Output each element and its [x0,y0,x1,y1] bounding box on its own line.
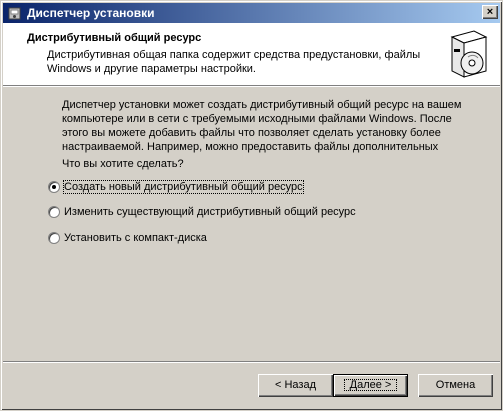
radio-modify-existing[interactable] [48,206,60,218]
option-install-from-cd[interactable]: Установить с компакт-диска [48,231,207,245]
cancel-button[interactable]: Отмена [418,374,493,397]
option-create-new[interactable]: Создать новый дистрибутивный общий ресур… [48,180,304,194]
description-text: Диспетчер установки может создать дистри… [62,99,462,153]
back-button[interactable]: < Назад [258,374,333,397]
radio-create-new[interactable] [48,181,60,193]
wizard-header: Дистрибутивный общий ресурс Дистрибутивн… [3,23,500,85]
option-label[interactable]: Установить с компакт-диска [64,232,207,244]
window-title: Диспетчер установки [27,6,155,20]
next-button[interactable]: Далее > [333,374,408,397]
option-label[interactable]: Изменить существующий дистрибутивный общ… [64,206,356,218]
close-button[interactable]: × [482,5,498,19]
header-title: Дистрибутивный общий ресурс [27,32,202,44]
option-modify-existing[interactable]: Изменить существующий дистрибутивный общ… [48,205,356,219]
setup-manager-icon [7,5,23,21]
option-label[interactable]: Создать новый дистрибутивный общий ресур… [63,180,304,194]
title-bar: Диспетчер установки × [3,3,500,23]
software-box-cd-icon [444,27,494,81]
next-button-label: Далее > [343,379,398,391]
footer-separator [3,361,500,363]
dialog-window: Диспетчер установки × Дистрибутивный общ… [0,0,503,411]
header-separator [3,85,500,87]
radio-install-from-cd[interactable] [48,232,60,244]
header-subtitle: Дистрибутивная общая папка содержит сред… [47,49,421,75]
question-label: Что вы хотите сделать? [62,158,184,170]
